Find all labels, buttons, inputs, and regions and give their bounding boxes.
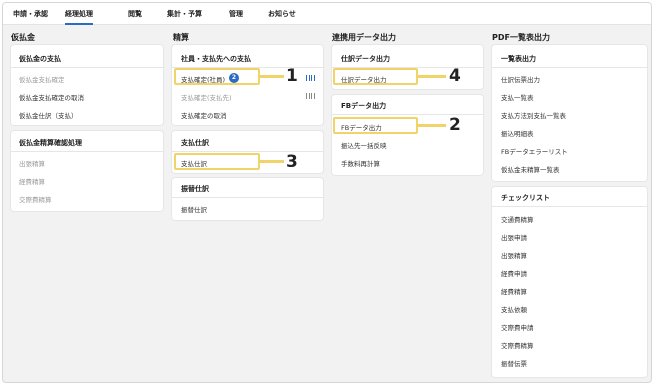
link-advance-payment-journal[interactable]: 仮払金仕訳（支払） bbox=[19, 110, 78, 120]
link-advance-payment-cancel[interactable]: 仮払金支払確定の取消 bbox=[19, 92, 84, 102]
link-journal-slip-output[interactable]: 仕訳伝票出力 bbox=[501, 74, 540, 84]
link-advance-payment-confirm[interactable]: 仮払金支払確定 bbox=[19, 74, 65, 84]
link-unsettled-advance-list[interactable]: 仮払金未精算一覧表 bbox=[501, 164, 560, 174]
highlight-box-2 bbox=[333, 117, 418, 134]
column-title-settlement: 精算 bbox=[173, 33, 189, 42]
card-list-output: 一覧表出力 仕訳伝票出力 支払一覧表 支払方法別支払一覧表 振込明細表 FBデー… bbox=[492, 45, 647, 181]
app-window: 申請・承認 経理処理 閲覧 集計・予算 管理 お知らせ 仮払金 精算 連携用デー… bbox=[2, 2, 652, 383]
link-checklist-entertainment-request[interactable]: 交際費申請 bbox=[501, 322, 534, 332]
card-divider bbox=[11, 151, 163, 152]
callout-line-2 bbox=[418, 124, 446, 127]
card-fb-data-export: FBデータ出力 FBデータ出力 振込先一括反映 手数料再計算 bbox=[332, 95, 483, 175]
link-expense-settlement[interactable]: 経費精算 bbox=[19, 176, 45, 186]
card-divider bbox=[172, 151, 323, 152]
link-fb-error-list[interactable]: FBデータエラーリスト bbox=[501, 146, 568, 156]
link-travel-settlement[interactable]: 出張精算 bbox=[19, 158, 45, 168]
link-checklist-travel-request[interactable]: 出張申請 bbox=[501, 232, 527, 242]
card-title: 仮払金の支払 bbox=[19, 55, 61, 63]
callout-number-4: 4 bbox=[449, 66, 461, 86]
tab-browse[interactable]: 閲覧 bbox=[128, 3, 142, 25]
card-divider bbox=[172, 197, 323, 198]
link-checklist-transfer-slip[interactable]: 振替伝票 bbox=[501, 358, 527, 368]
tab-accounting[interactable]: 経理処理 bbox=[65, 3, 93, 25]
callout-number-1: 1 bbox=[286, 66, 298, 86]
tab-admin[interactable]: 管理 bbox=[229, 3, 243, 25]
column-title-data-export: 連携用データ出力 bbox=[332, 33, 396, 42]
bar-chart-icon[interactable] bbox=[306, 75, 315, 81]
tab-notices[interactable]: お知らせ bbox=[268, 3, 296, 25]
link-payment-confirm-payee[interactable]: 支払確定(支払先) bbox=[181, 92, 232, 102]
card-advance-settlement: 仮払金精算確認処理 出張精算 経費精算 交際費精算 bbox=[11, 131, 163, 211]
link-payment-list[interactable]: 支払一覧表 bbox=[501, 92, 534, 102]
highlight-box-1 bbox=[174, 68, 260, 85]
link-checklist-expense-request[interactable]: 経費申請 bbox=[501, 268, 527, 278]
link-fee-recalculate[interactable]: 手数料再計算 bbox=[341, 158, 380, 168]
card-title: 支払仕訳 bbox=[181, 139, 209, 147]
card-divider bbox=[11, 67, 163, 68]
card-checklist: チェックリスト 交通費精算 出張申請 出張精算 経費申請 経費精算 支払依頼 交… bbox=[492, 187, 647, 377]
column-title-pdf-export: PDF一覧表出力 bbox=[492, 33, 550, 42]
card-divider bbox=[492, 206, 647, 207]
card-divider bbox=[492, 67, 647, 68]
card-transfer-journal: 振替仕訳 振替仕訳 bbox=[172, 178, 323, 220]
link-transfer-journal[interactable]: 振替仕訳 bbox=[181, 204, 207, 214]
link-bulk-payee-reflect[interactable]: 振込先一括反映 bbox=[341, 140, 387, 150]
bar-chart-icon[interactable] bbox=[306, 93, 315, 99]
callout-line-4 bbox=[418, 75, 446, 78]
link-checklist-payment-request[interactable]: 支払依頼 bbox=[501, 304, 527, 314]
highlight-box-3 bbox=[174, 153, 260, 170]
top-navigation: 申請・承認 経理処理 閲覧 集計・予算 管理 お知らせ bbox=[3, 3, 651, 25]
link-entertainment-settlement[interactable]: 交際費精算 bbox=[19, 194, 52, 204]
link-checklist-transport-settlement[interactable]: 交通費精算 bbox=[501, 214, 534, 224]
callout-line-3 bbox=[260, 160, 284, 163]
card-title: 振替仕訳 bbox=[181, 185, 209, 193]
card-title: 一覧表出力 bbox=[501, 55, 536, 63]
link-payment-by-method-list[interactable]: 支払方法別支払一覧表 bbox=[501, 110, 566, 120]
column-title-advance-payment: 仮払金 bbox=[11, 33, 35, 42]
card-employee-payment: 社員・支払先への支払 支払確定(社員) 2 支払確定(支払先) 支払確定の取消 bbox=[172, 45, 323, 125]
link-transfer-details[interactable]: 振込明細表 bbox=[501, 128, 534, 138]
highlight-box-4 bbox=[333, 68, 418, 85]
link-checklist-entertainment-settlement[interactable]: 交際費精算 bbox=[501, 340, 534, 350]
callout-line-1 bbox=[260, 75, 284, 78]
card-title: FBデータ出力 bbox=[341, 102, 387, 110]
card-title: チェックリスト bbox=[501, 194, 550, 202]
link-checklist-expense-settlement[interactable]: 経費精算 bbox=[501, 286, 527, 296]
callout-number-2: 2 bbox=[449, 115, 461, 135]
card-title: 社員・支払先への支払 bbox=[181, 55, 251, 63]
card-title: 仕訳データ出力 bbox=[341, 55, 390, 63]
tab-aggregate-budget[interactable]: 集計・予算 bbox=[167, 3, 202, 25]
callout-number-3: 3 bbox=[286, 152, 298, 172]
card-title: 仮払金精算確認処理 bbox=[19, 139, 82, 147]
tab-approval[interactable]: 申請・承認 bbox=[13, 3, 48, 25]
card-advance-payment: 仮払金の支払 仮払金支払確定 仮払金支払確定の取消 仮払金仕訳（支払） bbox=[11, 45, 163, 125]
link-checklist-travel-settlement[interactable]: 出張精算 bbox=[501, 250, 527, 260]
link-payment-cancel[interactable]: 支払確定の取消 bbox=[181, 110, 227, 120]
